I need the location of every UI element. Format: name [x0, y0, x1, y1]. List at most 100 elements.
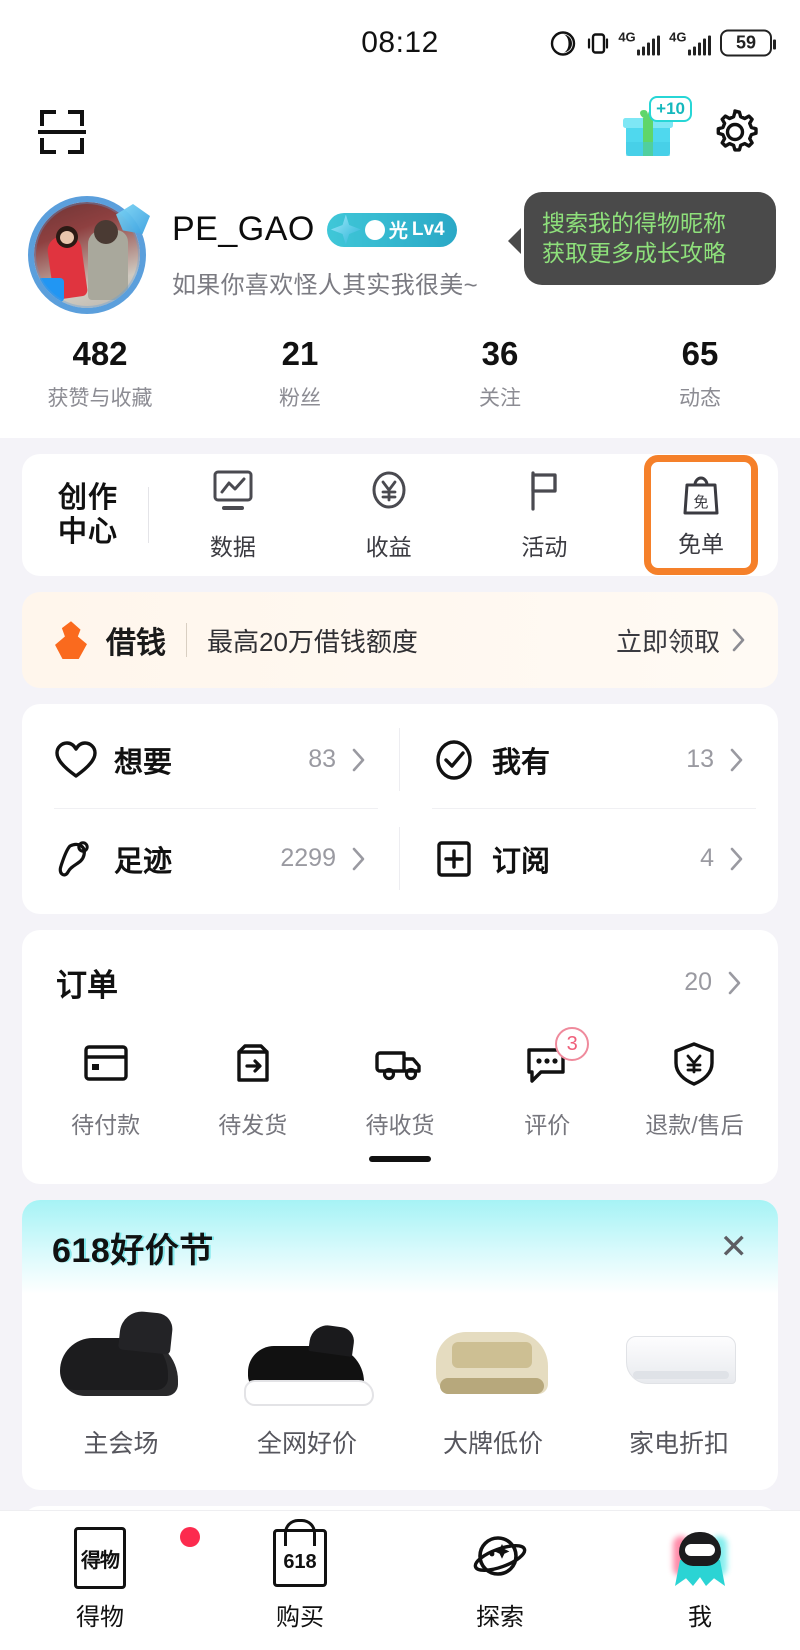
creator-item-free-order[interactable]: 免 免单 — [644, 455, 758, 576]
network-label: 4G — [669, 29, 687, 45]
creator-free-order-label: 免单 — [678, 531, 724, 558]
tab-explore[interactable]: 探索 — [400, 1529, 600, 1632]
chevron-right-icon — [730, 847, 743, 871]
stat-label: 获赞与收藏 — [47, 387, 153, 411]
collection-item-footprint[interactable]: 足迹 2299 — [22, 809, 400, 908]
promo-image — [232, 1300, 382, 1410]
stat-value: 36 — [481, 335, 519, 372]
order-review-badge: 3 — [555, 1027, 590, 1062]
truck-icon — [375, 1051, 421, 1081]
collection-label: 足迹 — [114, 845, 173, 878]
notification-dot — [180, 1527, 200, 1547]
level-value: Lv4 — [411, 218, 445, 240]
stat-value: 65 — [681, 335, 719, 372]
order-item-label: 待付款 — [71, 1112, 141, 1139]
check-circle-icon — [436, 740, 472, 780]
tab-label: 探索 — [476, 1604, 524, 1631]
order-item-label: 待发货 — [218, 1112, 288, 1139]
loan-banner[interactable]: 借钱 最高20万借钱额度 立即领取 — [22, 592, 778, 689]
dewu-logo-icon: 得物 — [0, 1527, 200, 1589]
footprint-icon — [58, 841, 89, 877]
loan-title: 借钱 — [106, 627, 166, 661]
promo-item-main-venue[interactable]: 主会场 — [28, 1300, 214, 1460]
promo-item-label: 全网好价 — [256, 1430, 357, 1459]
order-item-refund[interactable]: 退款/售后 — [621, 1039, 768, 1162]
order-item-unpaid[interactable]: 待付款 — [32, 1039, 179, 1162]
tab-me[interactable]: 我 — [600, 1529, 800, 1632]
promo-618-card: 618好价节 ✕ 主会场 全网好价 大牌低价 家电折扣 — [22, 1200, 778, 1491]
badge-dot-icon — [364, 219, 385, 240]
stat-followers[interactable]: 21 粉丝 — [200, 335, 400, 412]
gift-button[interactable]: +10 — [620, 96, 692, 158]
vertical-divider — [148, 487, 150, 544]
promo-image — [46, 1300, 196, 1410]
promo-item-label: 主会场 — [83, 1430, 159, 1459]
username: PE_GAO — [172, 210, 315, 248]
stat-following[interactable]: 36 关注 — [400, 335, 600, 412]
tab-label: 得物 — [76, 1604, 124, 1631]
box-arrow-icon — [237, 1044, 269, 1082]
app-screen: 08:12 4G 4G 59 +10 PE_GAO 光 Lv4 如果你喜欢怪人其… — [0, 0, 800, 1650]
stat-posts[interactable]: 65 动态 — [600, 335, 800, 412]
gear-icon[interactable] — [710, 107, 760, 157]
level-badge[interactable]: 光 Lv4 — [326, 212, 457, 247]
collection-value: 83 — [308, 745, 336, 774]
creator-item-income[interactable]: 收益 — [311, 469, 467, 562]
promo-item-best-price[interactable]: 全网好价 — [214, 1300, 400, 1460]
collection-value: 2299 — [280, 844, 336, 873]
tab-dewu[interactable]: 得物 得物 — [0, 1527, 200, 1632]
order-item-shipping[interactable]: 待收货 — [326, 1039, 473, 1163]
collection-value: 13 — [686, 745, 714, 774]
chevron-right-icon — [730, 748, 743, 772]
collection-item-want[interactable]: 想要 83 — [22, 710, 400, 810]
collection-item-have[interactable]: 我有 13 — [400, 710, 778, 810]
creator-item-data[interactable]: 数据 — [155, 469, 311, 562]
plus-square-icon — [437, 841, 471, 877]
loan-subtitle: 最高20万借钱额度 — [207, 626, 418, 657]
order-item-label: 退款/售后 — [645, 1112, 744, 1139]
mascot-avatar-icon — [600, 1529, 800, 1587]
collection-label: 想要 — [114, 746, 173, 779]
avatar[interactable] — [28, 196, 150, 314]
tab-buy[interactable]: 618 购买 — [200, 1529, 400, 1632]
creator-item-label: 收益 — [365, 533, 412, 560]
creator-title-line-2: 中心 — [58, 516, 119, 549]
loan-cta-label: 立即领取 — [615, 626, 720, 657]
close-icon[interactable]: ✕ — [720, 1230, 749, 1264]
orders-header[interactable]: 订单 20 — [22, 960, 778, 1005]
promo-image — [604, 1300, 754, 1410]
collection-grid: 想要 83 我有 13 足迹 2299 订阅 4 — [22, 704, 778, 914]
creator-item-activity[interactable]: 活动 — [467, 469, 623, 562]
shopping-bag-618-icon: 618 — [200, 1529, 400, 1587]
planet-icon — [400, 1529, 600, 1587]
flame-icon — [55, 621, 87, 660]
creator-title-line-1: 创作 — [58, 482, 119, 515]
order-item-unshipped[interactable]: 待发货 — [179, 1039, 326, 1162]
tab-label: 购买 — [276, 1604, 324, 1631]
orders-card: 订单 20 待付款 待发货 待收货 3 评价 退款/售后 — [22, 930, 778, 1185]
svg-text:免: 免 — [693, 493, 708, 511]
order-item-review[interactable]: 3 评价 — [474, 1027, 621, 1162]
growth-tooltip[interactable]: 搜索我的得物昵称 获取更多成长攻略 — [508, 192, 776, 285]
gift-badge: +10 — [649, 96, 692, 123]
collection-item-subscribe[interactable]: 订阅 4 — [400, 809, 778, 908]
signal-bars — [687, 35, 711, 56]
loan-cta-button[interactable]: 立即领取 — [616, 622, 748, 659]
scan-icon[interactable] — [38, 110, 86, 154]
promo-item-brand-deals[interactable]: 大牌低价 — [400, 1300, 586, 1460]
card-icon — [83, 1045, 128, 1081]
creator-center-row: 创作 中心 数据 收益 活动 免 免单 — [22, 454, 778, 576]
order-item-label: 评价 — [524, 1112, 571, 1139]
collection-card: 想要 83 我有 13 足迹 2299 订阅 4 — [22, 704, 778, 915]
level-prefix: 光 — [388, 221, 408, 242]
stat-likes[interactable]: 482 获赞与收藏 — [0, 335, 200, 412]
flag-icon — [531, 471, 557, 511]
bag-618: 618 — [273, 1529, 327, 1587]
orders-title: 订单 — [56, 968, 118, 1004]
tab-label: 我 — [688, 1604, 712, 1631]
eye-care-icon — [551, 30, 576, 56]
creator-center-title[interactable]: 创作 中心 — [58, 481, 118, 549]
promo-item-appliance[interactable]: 家电折扣 — [586, 1300, 772, 1460]
signal-indicator-2: 4G — [669, 31, 711, 56]
